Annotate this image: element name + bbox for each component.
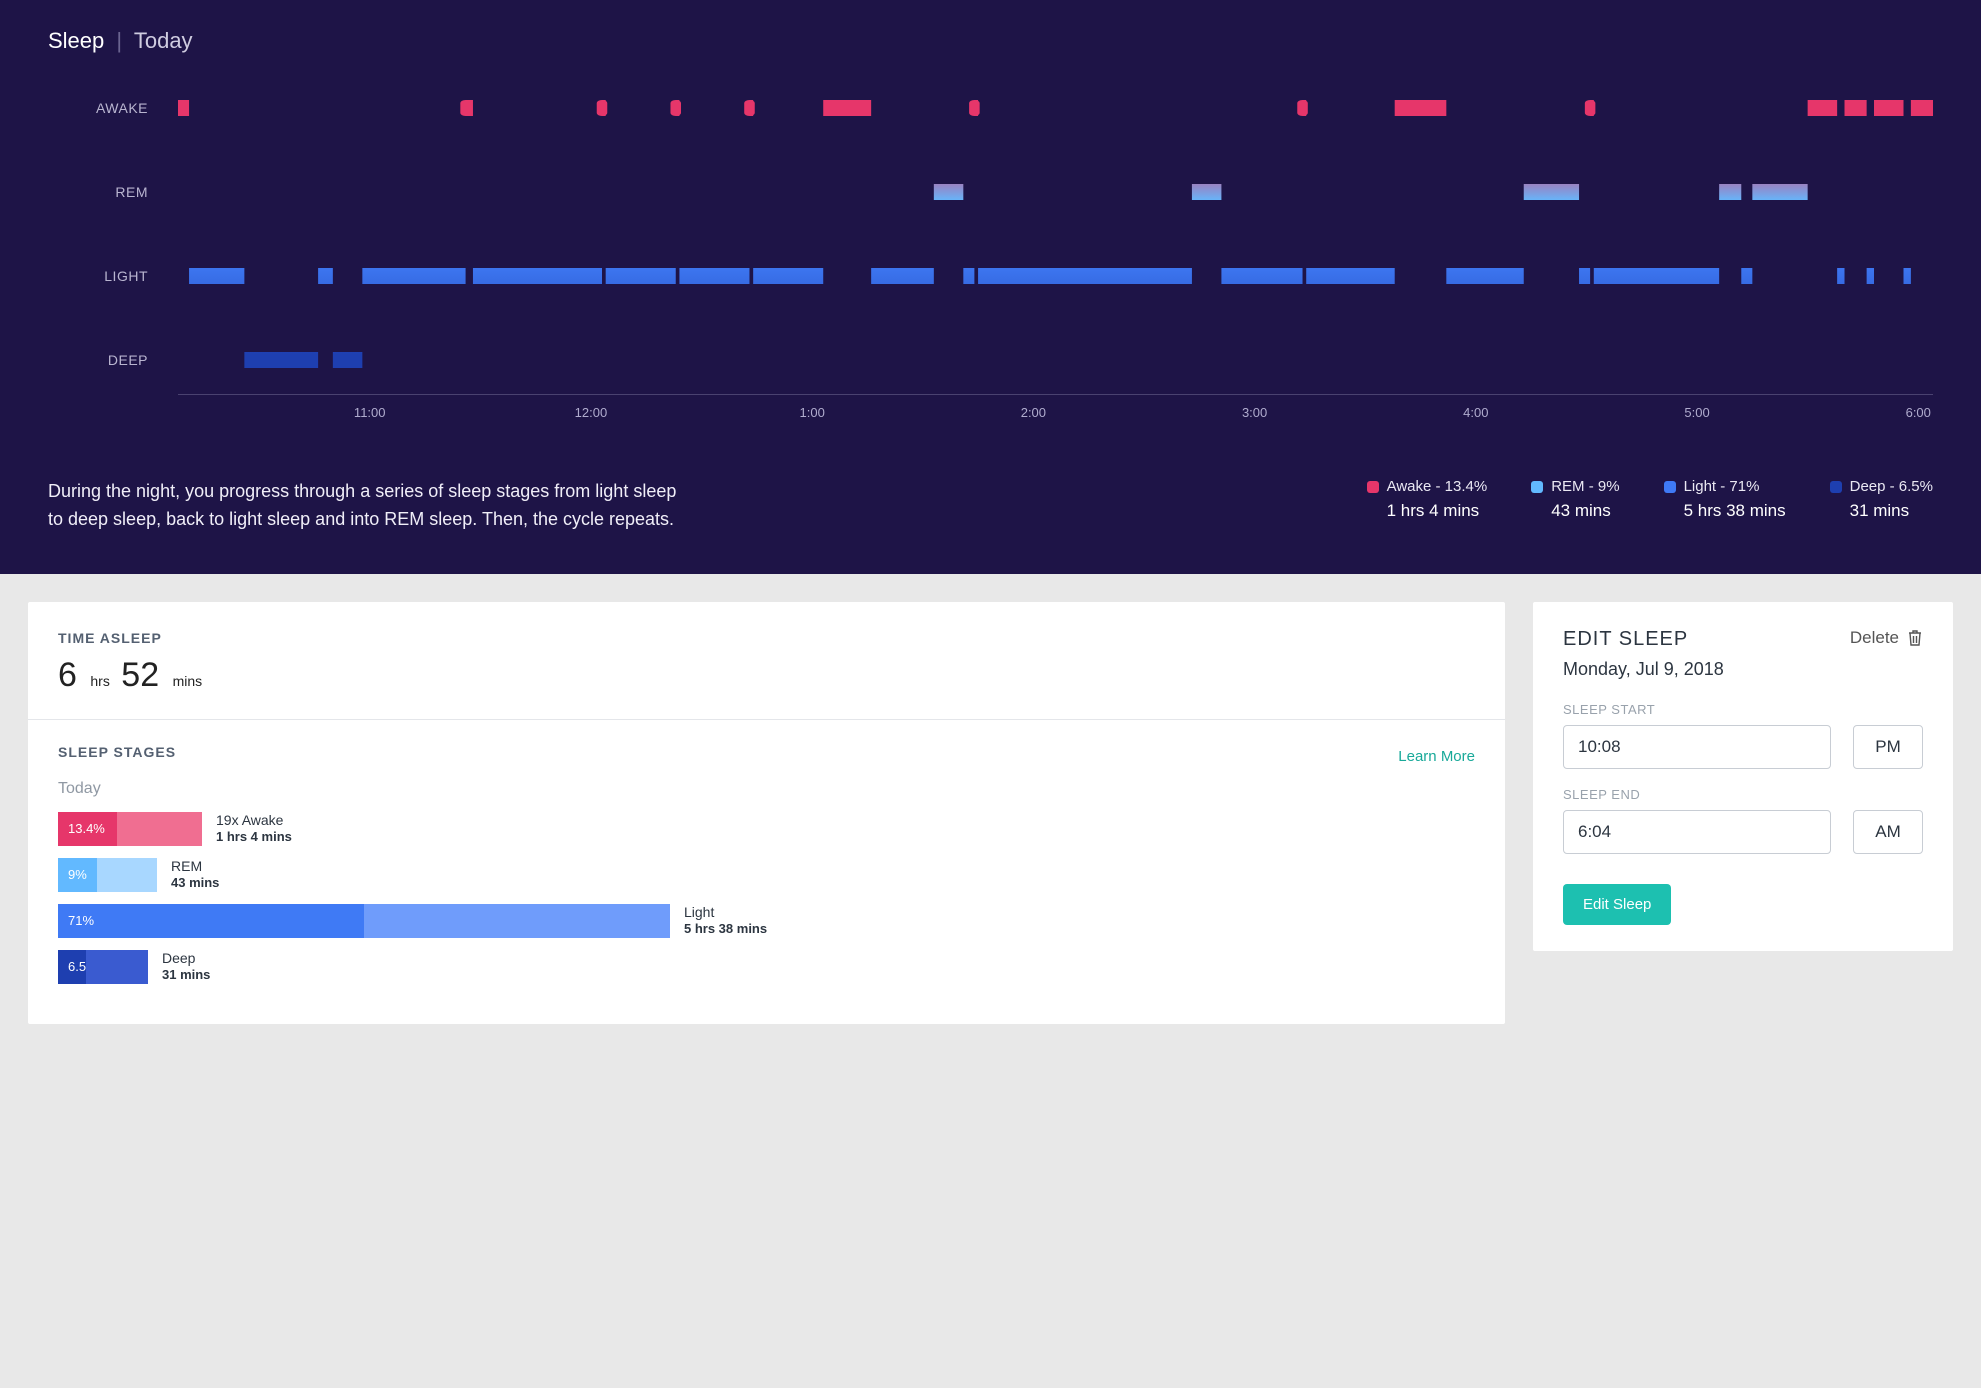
- sleep-end-input[interactable]: [1563, 810, 1831, 854]
- lower-panels: TIME ASLEEP 6 hrs 52 mins SLEEP STAGES L…: [0, 574, 1981, 1052]
- sleep-start-input[interactable]: [1563, 725, 1831, 769]
- sleep-stages-title: SLEEP STAGES: [58, 744, 176, 760]
- sleep-hero-panel: Sleep | Today AWAKE REM LIGHT DEEP 11:00…: [0, 0, 1981, 574]
- delete-label: Delete: [1850, 628, 1899, 648]
- edit-sleep-button[interactable]: Edit Sleep: [1563, 884, 1671, 925]
- title-main: Sleep: [48, 28, 104, 53]
- ylabel-light: LIGHT: [48, 268, 148, 284]
- legend-name: Light - 71%: [1684, 478, 1760, 495]
- xlabel: 1:00: [800, 405, 825, 420]
- stage-bar-pct: 71%: [58, 904, 364, 938]
- asleep-mins: 52: [121, 656, 159, 694]
- swatch-icon: [1531, 481, 1543, 493]
- xlabel: 12:00: [575, 405, 608, 420]
- title-sub: Today: [134, 28, 193, 53]
- xlabel: 2:00: [1021, 405, 1046, 420]
- stage-bars: 13.4% 19x Awake1 hrs 4 mins 9% REM43 mins 71…: [58, 812, 1475, 984]
- swatch-icon: [1830, 481, 1842, 493]
- asleep-hrs-unit: hrs: [90, 673, 109, 689]
- swatch-icon: [1367, 481, 1379, 493]
- stage-bar-label: 19x Awake1 hrs 4 mins: [216, 812, 292, 846]
- sleep-description: During the night, you progress through a…: [48, 478, 688, 534]
- xlabel: 3:00: [1242, 405, 1267, 420]
- stage-bar: 13.4%: [58, 812, 202, 846]
- stage-bar: 6.5%: [58, 950, 148, 984]
- stage-bar: 71%: [58, 904, 670, 938]
- sleep-end-label: SLEEP END: [1563, 787, 1923, 802]
- ylabel-awake: AWAKE: [48, 100, 148, 116]
- legend-name: Awake - 13.4%: [1387, 478, 1488, 495]
- xlabel: 5:00: [1684, 405, 1709, 420]
- legend-item: REM - 9% 43 mins: [1531, 478, 1619, 521]
- edit-sleep-card: EDIT SLEEP Delete Monday, Jul 9, 2018 SL…: [1533, 602, 1953, 951]
- xlabel: 6:00: [1906, 405, 1931, 420]
- sleep-end-ampm[interactable]: [1853, 810, 1923, 854]
- stages-subhead: Today: [58, 780, 1475, 798]
- delete-sleep-button[interactable]: Delete: [1850, 628, 1923, 648]
- ylabel-deep: DEEP: [48, 352, 148, 368]
- legend-name: REM - 9%: [1551, 478, 1619, 495]
- learn-more-link[interactable]: Learn More: [1398, 748, 1475, 765]
- stage-bar-row: 71% Light5 hrs 38 mins: [58, 904, 1475, 938]
- time-asleep-value: 6 hrs 52 mins: [58, 656, 1475, 695]
- asleep-mins-unit: mins: [173, 673, 203, 689]
- edit-sleep-date: Monday, Jul 9, 2018: [1563, 659, 1923, 680]
- chart-plot-area: [178, 84, 1933, 384]
- legend-item: Light - 71% 5 hrs 38 mins: [1664, 478, 1786, 521]
- xlabel: 11:00: [354, 405, 386, 420]
- legend-duration: 31 mins: [1830, 501, 1933, 521]
- stage-bar: 9%: [58, 858, 157, 892]
- stage-bar-label: Deep31 mins: [162, 950, 210, 984]
- chart-legend: Awake - 13.4% 1 hrs 4 mins REM - 9% 43 mins…: [738, 478, 1933, 521]
- stage-bar-label: Light5 hrs 38 mins: [684, 904, 767, 938]
- hero-footer: During the night, you progress through a…: [48, 478, 1933, 534]
- stats-card: TIME ASLEEP 6 hrs 52 mins SLEEP STAGES L…: [28, 602, 1505, 1024]
- stage-bar-row: 9% REM43 mins: [58, 858, 1475, 892]
- chart-ylabels: AWAKE REM LIGHT DEEP: [48, 84, 168, 384]
- divider: [28, 719, 1505, 720]
- page-title: Sleep | Today: [48, 28, 1933, 54]
- edit-sleep-title: EDIT SLEEP: [1563, 628, 1688, 651]
- legend-duration: 5 hrs 38 mins: [1664, 501, 1786, 521]
- time-asleep-title: TIME ASLEEP: [58, 630, 1475, 646]
- asleep-hours: 6: [58, 656, 77, 694]
- stage-bar-label: REM43 mins: [171, 858, 219, 892]
- title-separator: |: [116, 28, 122, 53]
- sleep-start-ampm[interactable]: [1853, 725, 1923, 769]
- swatch-icon: [1664, 481, 1676, 493]
- stage-bar-pct: 13.4%: [58, 812, 117, 846]
- sleep-stages-chart: AWAKE REM LIGHT DEEP 11:00 12:00 1:00 2:00 3…: [48, 84, 1933, 444]
- sleep-start-label: SLEEP START: [1563, 702, 1923, 717]
- chart-x-axis: 11:00 12:00 1:00 2:00 3:00 4:00 5:00 6:00: [178, 394, 1933, 434]
- stage-bar-pct: 6.5%: [58, 950, 86, 984]
- legend-name: Deep - 6.5%: [1850, 478, 1933, 495]
- legend-duration: 43 mins: [1531, 501, 1619, 521]
- trash-icon: [1907, 629, 1923, 647]
- stage-bar-row: 6.5% Deep31 mins: [58, 950, 1475, 984]
- legend-item: Deep - 6.5% 31 mins: [1830, 478, 1933, 521]
- ylabel-rem: REM: [48, 184, 148, 200]
- xlabel: 4:00: [1463, 405, 1488, 420]
- stage-bar-pct: 9%: [58, 858, 97, 892]
- legend-item: Awake - 13.4% 1 hrs 4 mins: [1367, 478, 1488, 521]
- legend-duration: 1 hrs 4 mins: [1367, 501, 1488, 521]
- stage-bar-row: 13.4% 19x Awake1 hrs 4 mins: [58, 812, 1475, 846]
